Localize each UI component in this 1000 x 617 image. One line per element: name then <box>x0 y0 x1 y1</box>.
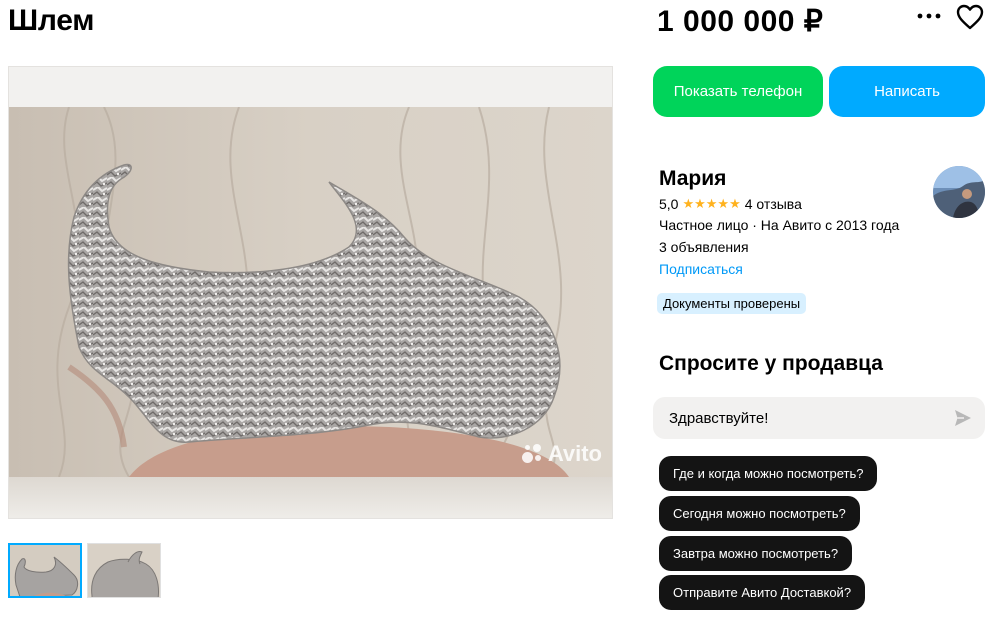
send-arrow-icon[interactable] <box>953 408 973 428</box>
thumbnail-image <box>88 544 160 597</box>
subscribe-link[interactable]: Подписаться <box>659 261 743 277</box>
more-horizontal-icon <box>917 13 941 19</box>
thumbnail-1[interactable] <box>8 543 82 598</box>
message-box[interactable] <box>653 397 985 439</box>
quick-question-chip[interactable]: Где и когда можно посмотреть? <box>659 456 878 491</box>
seller-avatar[interactable] <box>933 166 985 218</box>
quick-question-chip[interactable]: Отправите Авито Доставкой? <box>659 575 866 610</box>
documents-verified-badge: Документы проверены <box>657 293 807 314</box>
ask-seller-title: Спросите у продавца <box>659 352 883 375</box>
seller-ads-count[interactable]: 3 объявления <box>659 239 749 255</box>
avito-logo-icon <box>521 444 544 464</box>
quick-question-chip[interactable]: Завтра можно посмотреть? <box>659 536 853 571</box>
listing-price: 1 000 000 ₽ <box>657 5 824 38</box>
foil-helmet-image <box>9 107 612 477</box>
show-phone-button[interactable]: Показать телефон <box>653 66 823 117</box>
rating-stars-icon: ★★★★★ <box>682 196 741 211</box>
main-photo[interactable]: Avito <box>9 107 612 477</box>
write-message-button[interactable]: Написать <box>829 66 985 117</box>
reviews-count[interactable]: 4 отзыва <box>745 196 802 212</box>
listing-title: Шлем <box>8 4 95 37</box>
photo-gallery[interactable]: Avito <box>8 66 613 519</box>
thumbnail-image <box>10 545 80 596</box>
avito-watermark: Avito <box>521 441 602 467</box>
thumbnail-2[interactable] <box>87 543 161 598</box>
avatar-image <box>933 166 985 218</box>
favorite-button[interactable] <box>956 4 984 30</box>
seller-rating[interactable]: 5,0 ★★★★★ 4 отзыва <box>659 196 802 212</box>
photo-blur-strip <box>9 477 612 518</box>
heart-outline-icon <box>956 4 984 30</box>
seller-info: Частное лицо · На Авито с 2013 года <box>659 217 900 233</box>
watermark-text: Avito <box>547 441 602 466</box>
seller-name[interactable]: Мария <box>659 167 726 191</box>
rating-value: 5,0 <box>659 196 679 212</box>
message-input[interactable] <box>669 397 949 439</box>
quick-question-chip[interactable]: Сегодня можно посмотреть? <box>659 496 860 531</box>
more-options-button[interactable] <box>913 4 945 28</box>
